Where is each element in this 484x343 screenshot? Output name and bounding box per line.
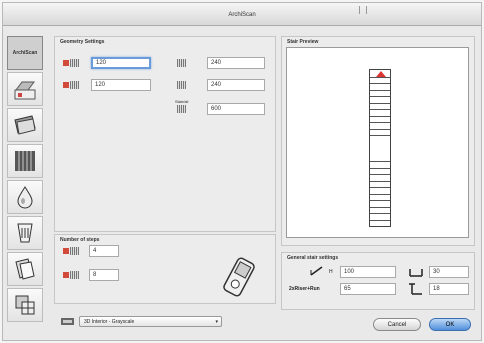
stair-tread [370, 96, 390, 97]
stair-tread [370, 83, 390, 84]
chevron-down-icon: ▾ [215, 319, 218, 325]
stair-tread [370, 77, 390, 78]
ratio-field[interactable]: 65 [340, 283, 396, 295]
depth-field[interactable]: 120 [91, 79, 151, 91]
sidebar-tab-archiscan[interactable]: ArchiScan [7, 36, 43, 70]
geometry-settings-group: Geometry Settings 120 120 240 240 Stair/… [54, 36, 276, 232]
railing-icon [15, 151, 35, 171]
height-field[interactable]: 240 [207, 57, 265, 69]
view-mode-select[interactable]: 3D Interior - Grayscale ▾ [79, 316, 222, 327]
sidebar-tab-label: ArchiScan [12, 50, 38, 56]
steps-icon [63, 247, 79, 255]
sidebar-tab-railing[interactable] [7, 144, 43, 178]
stair-tread [370, 213, 390, 214]
steps-group: Number of steps 4 8 [54, 234, 276, 304]
grid-stack-icon [15, 295, 35, 315]
stair-tread [370, 181, 390, 182]
steps-field[interactable]: 4 [89, 245, 119, 257]
window-title: ArchiScan [228, 12, 256, 18]
stair-tread [370, 187, 390, 188]
stair-tread [370, 200, 390, 201]
preview-title: Stair Preview [287, 39, 319, 45]
length-field[interactable]: 240 [207, 79, 265, 91]
sidebar-tab-paint[interactable] [7, 216, 43, 250]
steps-title: Number of steps [60, 237, 100, 243]
general-settings-title: General stair settings [287, 255, 339, 261]
stair-tread [370, 220, 390, 221]
sidebar-tab-grid[interactable] [7, 288, 43, 322]
sidebar-tab-layers[interactable] [7, 108, 43, 142]
riser-field[interactable]: 18 [429, 283, 469, 295]
stair-preview-canvas[interactable] [286, 47, 469, 238]
sidebar: ArchiScan [7, 36, 45, 336]
length-icon [177, 81, 193, 89]
going-icon [409, 269, 423, 277]
riser-icon [409, 283, 422, 295]
view-mode-icon [61, 318, 74, 325]
paint-pot-icon [17, 223, 33, 243]
stair-tread [370, 135, 390, 136]
width-icon [63, 59, 79, 67]
stair-tread [370, 194, 390, 195]
sidebar-tab-stairs[interactable] [7, 72, 43, 106]
title-bar[interactable]: ArchiScan [3, 3, 481, 26]
sidebar-tab-documents[interactable] [7, 252, 43, 286]
measuring-device-icon [223, 257, 255, 297]
documents-icon [15, 258, 35, 280]
ratio-label: 2xRiser+Run [289, 286, 320, 292]
stair-plan [369, 69, 391, 227]
landings-field[interactable]: 8 [89, 269, 119, 281]
dialog-window: ArchiScan ArchiScan Geometry Settings 12… [2, 2, 482, 341]
stair-tread [370, 122, 390, 123]
stair-tread [370, 109, 390, 110]
stair-tread [370, 116, 390, 117]
slope-field[interactable]: 100 [340, 266, 396, 278]
water-drop-icon [17, 186, 33, 209]
going-field[interactable]: 30 [429, 266, 469, 278]
landings-icon [63, 271, 79, 279]
stair-stack-icon [14, 81, 36, 100]
total-label: Stair/all [175, 99, 189, 104]
stair-tread [370, 168, 390, 169]
geometry-settings-title: Geometry Settings [60, 39, 105, 45]
height-icon [177, 59, 193, 67]
total-icon [177, 105, 193, 113]
sidebar-tab-drop[interactable] [7, 180, 43, 214]
stair-tread [370, 161, 390, 162]
stair-tread [370, 174, 390, 175]
depth-icon [63, 81, 79, 89]
stair-tread [370, 90, 390, 91]
stair-tread [370, 129, 390, 130]
slope-icon [310, 266, 323, 276]
ok-button[interactable]: OK [429, 318, 471, 331]
width-field[interactable]: 120 [91, 57, 151, 69]
slope-label: H [329, 269, 333, 275]
general-settings-group: General stair settings H 100 2xRiser+Run… [281, 252, 475, 310]
total-field[interactable]: 600 [207, 103, 265, 115]
stair-tread [370, 103, 390, 104]
stair-tread [370, 207, 390, 208]
folder-layers-icon [14, 115, 36, 135]
view-mode-select-value: 3D Interior - Grayscale [84, 319, 135, 325]
cancel-button[interactable]: Cancel [373, 318, 421, 331]
